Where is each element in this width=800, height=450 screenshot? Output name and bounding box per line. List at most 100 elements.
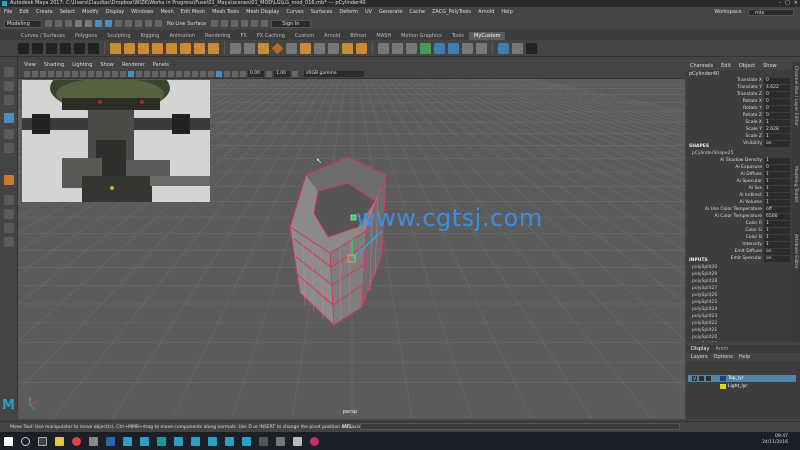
shelf-tab-motion-graphics[interactable]: Motion Graphics [396,32,447,40]
channel-row[interactable]: Ai Indirect 1 [686,193,792,199]
lock-camera-icon[interactable] [32,70,38,77]
maya-icon[interactable] [225,436,234,446]
menu-create[interactable]: Create [36,9,53,15]
channel-value-field[interactable]: 0 [764,113,790,119]
persp-graph-layout-icon[interactable] [4,237,14,247]
color-management-icon[interactable] [292,70,298,77]
shelf-tab-custom[interactable]: Custom [290,32,319,40]
app-icon[interactable] [293,436,302,446]
render-view-icon[interactable] [251,20,259,27]
channel-row[interactable]: Scale X1 [686,120,792,126]
viewport-menu-lighting[interactable]: Lighting [72,62,92,69]
viewport-menu-renderer[interactable]: Renderer [122,62,145,69]
channel-row[interactable]: Color B1 [686,235,792,241]
poly-cube-icon[interactable] [110,42,121,54]
layer-row[interactable]: Light_lyr [688,383,796,390]
channel-row[interactable]: Intensity 1 [686,242,792,248]
input-node[interactable]: polySplit23 [692,314,717,319]
shelf-tab-curves-surfaces[interactable]: Curves / Surfaces [16,32,70,40]
smooth-shade-icon[interactable] [128,70,134,77]
menu-modify[interactable]: Modify [82,9,99,15]
poly-cylinder-icon[interactable] [138,42,149,54]
menu-select[interactable]: Select [60,9,75,15]
menu-curves[interactable]: Curves [286,9,303,15]
search-icon[interactable] [21,436,30,446]
input-node[interactable]: polySplit28 [692,279,717,284]
channel-value-field[interactable]: 1 [764,179,790,185]
channel-menu-channels[interactable]: Channels [690,62,713,70]
gate-mask-icon[interactable] [88,70,94,77]
xray-joints-icon[interactable] [224,70,230,77]
layer-color-swatch[interactable] [720,376,726,381]
arnold-render-icon[interactable] [261,20,269,27]
channel-value-field[interactable]: on [764,249,790,255]
chrome-icon[interactable] [72,436,81,446]
poly-torus-icon[interactable] [166,42,177,54]
menu-edit[interactable]: Edit [19,9,29,15]
render-settings-icon[interactable] [231,20,239,27]
channel-value-field[interactable]: on [764,256,790,262]
input-node[interactable]: polySplit22 [692,321,717,326]
menu-uv[interactable]: UV [365,9,372,15]
merge-icon[interactable] [356,42,367,54]
shelf-tab-rendering[interactable]: Rendering [200,32,236,40]
bookmark-icon[interactable] [48,70,54,77]
command-line-input[interactable] [360,423,680,430]
shelf-tab-rigging[interactable]: Rigging [136,32,165,40]
poly-cone-icon[interactable] [180,42,191,54]
combine-icon[interactable] [230,42,241,54]
viewport-menu-shading[interactable]: Shading [44,62,64,69]
append-polygon-icon[interactable] [300,42,311,54]
input-node[interactable]: polySplit20 [692,335,717,340]
freeze-icon[interactable] [74,42,85,54]
undo-icon[interactable] [75,20,82,27]
gamma-field[interactable]: 1.00 [274,70,290,77]
layer-menu-layers[interactable]: Layers [691,353,708,361]
optimize-icon[interactable] [18,42,29,54]
quad-draw-icon[interactable] [378,42,389,54]
menu-set-dropdown[interactable]: Modeling [4,19,42,28]
maya-icon[interactable] [174,436,183,446]
sign-in-button[interactable]: Sign In [271,19,312,28]
four-view-layout-icon[interactable] [4,209,14,219]
reset-icon[interactable] [88,42,99,54]
select-object-icon[interactable] [105,20,112,27]
channel-row[interactable]: Scale Z1 [686,134,792,140]
side-tab-channel-box[interactable]: Channel Box / Layer Editor [793,66,798,126]
textured-icon[interactable] [152,70,158,77]
channel-value-field[interactable]: 0 [764,106,790,112]
channel-value-field[interactable]: 1 [764,228,790,234]
select-tool-icon[interactable] [4,67,14,77]
input-node[interactable]: polySplit27 [692,286,717,291]
shelf-tab-animation[interactable]: Animation [164,32,200,40]
select-component-icon[interactable] [115,20,122,27]
file-explorer-icon[interactable] [55,436,64,446]
channel-value-field[interactable]: 1 [764,193,790,199]
snap-curve-icon[interactable] [135,20,142,27]
channel-value-field[interactable]: 4.622 [764,85,790,91]
uv-editor-icon[interactable] [420,42,431,54]
new-scene-icon[interactable] [45,20,52,27]
snap-surface-icon[interactable] [155,20,162,27]
select-hierarchy-icon[interactable] [95,20,102,27]
input-node[interactable]: polySplit25 [692,300,717,305]
maya-icon[interactable] [242,436,251,446]
channel-value-field[interactable]: 1 [764,221,790,227]
clean-up-icon[interactable] [32,42,43,54]
mirror-icon[interactable] [434,42,445,54]
menu-windows[interactable]: Windows [131,9,153,15]
maya-icon[interactable] [123,436,132,446]
menu-file[interactable]: File [4,9,12,15]
redo-icon[interactable] [85,20,92,27]
channel-value-field[interactable]: 1 [764,235,790,241]
shelf-tab-bifrost[interactable]: Bifrost [345,32,371,40]
minimize-button[interactable]: – [779,0,782,7]
shelf-tab-sculpting[interactable]: Sculpting [102,32,135,40]
poly-disc-icon[interactable] [208,42,219,54]
channel-row[interactable]: Rotate X0 [686,99,792,105]
channel-menu-object[interactable]: Object [739,62,755,70]
menu-surfaces[interactable]: Surfaces [311,9,333,15]
pivot-icon[interactable] [60,42,71,54]
scale-tool-icon[interactable] [4,143,14,153]
shelf-tab-mycustom[interactable]: MyCustom [469,32,506,40]
